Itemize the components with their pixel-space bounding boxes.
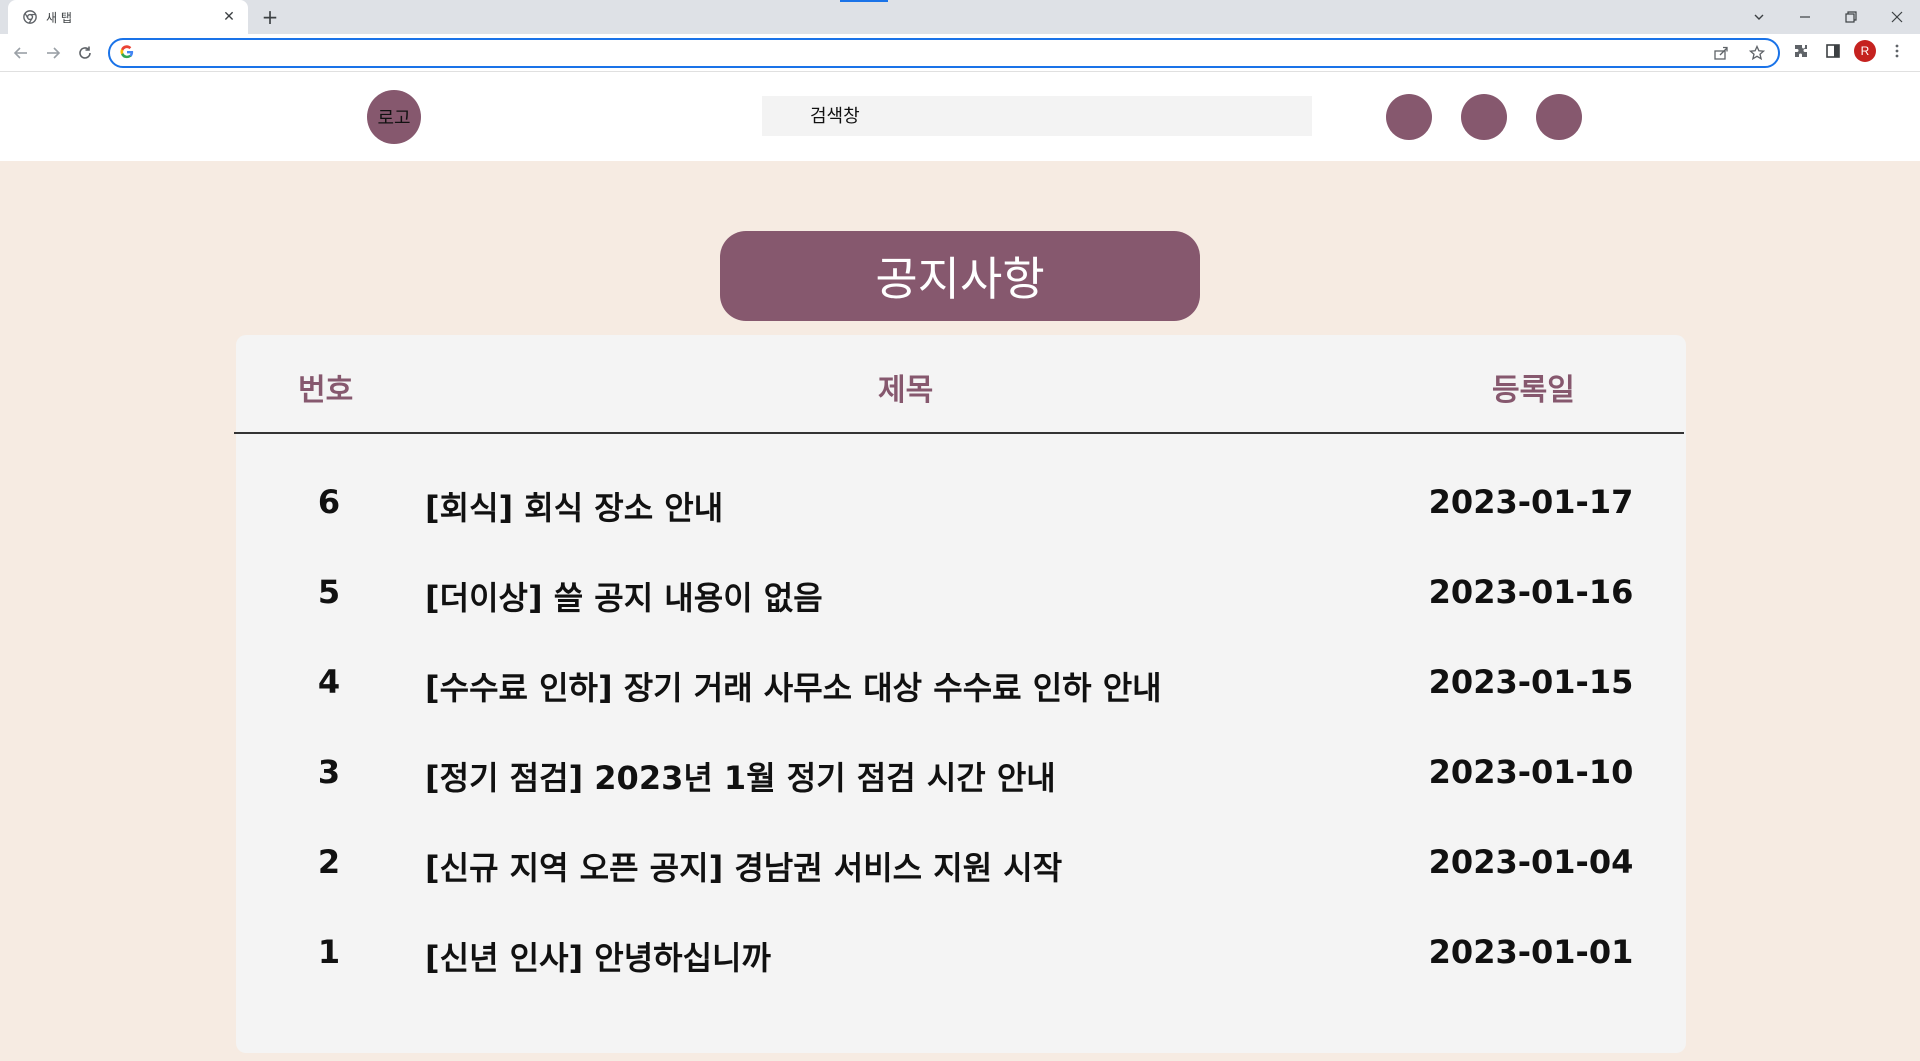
column-number-header: 번호 <box>298 373 354 408</box>
close-tab-icon[interactable]: ✕ <box>220 8 238 26</box>
notice-board: 번호 제목 등록일 6 [회식] 회식 장소 안내 2023-01-17 5 [… <box>234 335 1686 1053</box>
tab-title: 새 탭 <box>46 10 72 25</box>
back-icon[interactable] <box>8 40 34 66</box>
extensions-icon[interactable] <box>1790 40 1812 62</box>
address-input[interactable] <box>142 44 1710 62</box>
row-number: 1 <box>317 933 341 971</box>
table-row[interactable]: 4 [수수료 인하] 장기 거래 사무소 대상 수수료 인하 안내 2023-0… <box>236 635 1686 725</box>
search-box[interactable] <box>762 96 1312 136</box>
row-date: 2023-01-16 <box>1428 573 1634 611</box>
sidepanel-icon[interactable] <box>1822 40 1844 62</box>
main-content: 공지사항 번호 제목 등록일 6 [회식] 회식 장소 안내 2023-01-1… <box>0 161 1920 1061</box>
header-menu-button-3[interactable] <box>1536 94 1582 140</box>
menu-icon[interactable] <box>1886 40 1908 62</box>
column-date-header: 등록일 <box>1492 373 1575 408</box>
search-input[interactable] <box>808 104 1312 128</box>
browser-tab-bar: 새 탭 ✕ + <box>0 0 1920 34</box>
row-title[interactable]: [신규 지역 오픈 공지] 경남권 서비스 지원 시작 <box>425 843 1062 889</box>
table-row[interactable]: 5 [더이상] 쓸 공지 내용이 없음 2023-01-16 <box>236 545 1686 635</box>
google-icon <box>120 44 134 63</box>
page-title: 공지사항 <box>720 231 1200 321</box>
row-number: 5 <box>317 573 341 611</box>
row-date: 2023-01-01 <box>1428 933 1634 971</box>
table-row[interactable]: 3 [정기 점검] 2023년 1월 정기 점검 시간 안내 2023-01-1… <box>236 725 1686 815</box>
tab-strip-indicator <box>840 0 888 2</box>
tab-search-icon[interactable] <box>1736 2 1782 32</box>
header-menu-button-2[interactable] <box>1461 94 1507 140</box>
table-header: 번호 제목 등록일 <box>234 335 1684 434</box>
new-tab-button[interactable]: + <box>258 5 282 29</box>
restore-icon[interactable] <box>1828 2 1874 32</box>
site-header: 로고 <box>0 72 1920 161</box>
header-menu-button-1[interactable] <box>1386 94 1432 140</box>
row-number: 3 <box>317 753 341 791</box>
row-title[interactable]: [수수료 인하] 장기 거래 사무소 대상 수수료 인하 안내 <box>425 663 1162 709</box>
reload-icon[interactable] <box>72 40 98 66</box>
close-window-icon[interactable] <box>1874 2 1920 32</box>
row-title[interactable]: [신년 인사] 안녕하십니까 <box>425 933 771 979</box>
table-row[interactable]: 6 [회식] 회식 장소 안내 2023-01-17 <box>236 455 1686 545</box>
row-date: 2023-01-15 <box>1428 663 1634 701</box>
star-icon[interactable] <box>1746 42 1768 64</box>
window-controls <box>1736 0 1920 34</box>
table-row[interactable]: 2 [신규 지역 오픈 공지] 경남권 서비스 지원 시작 2023-01-04 <box>236 815 1686 905</box>
minimize-icon[interactable] <box>1782 2 1828 32</box>
forward-icon[interactable] <box>40 40 66 66</box>
profile-avatar[interactable]: R <box>1854 40 1876 62</box>
browser-tab[interactable]: 새 탭 ✕ <box>8 0 248 34</box>
row-date: 2023-01-17 <box>1428 483 1634 521</box>
row-number: 2 <box>317 843 341 881</box>
share-icon[interactable] <box>1710 42 1732 64</box>
row-title[interactable]: [더이상] 쓸 공지 내용이 없음 <box>425 573 823 619</box>
row-number: 6 <box>317 483 341 521</box>
logo[interactable]: 로고 <box>367 90 421 144</box>
row-title[interactable]: [정기 점검] 2023년 1월 정기 점검 시간 안내 <box>425 753 1056 799</box>
table-row[interactable]: 1 [신년 인사] 안녕하십니까 2023-01-01 <box>236 905 1686 995</box>
browser-toolbar: R <box>0 34 1920 72</box>
row-date: 2023-01-04 <box>1428 843 1634 881</box>
chrome-icon <box>22 9 38 25</box>
column-title-header: 제목 <box>878 373 934 408</box>
address-bar[interactable] <box>108 38 1780 68</box>
row-number: 4 <box>317 663 341 701</box>
row-date: 2023-01-10 <box>1428 753 1634 791</box>
row-title[interactable]: [회식] 회식 장소 안내 <box>425 483 723 529</box>
